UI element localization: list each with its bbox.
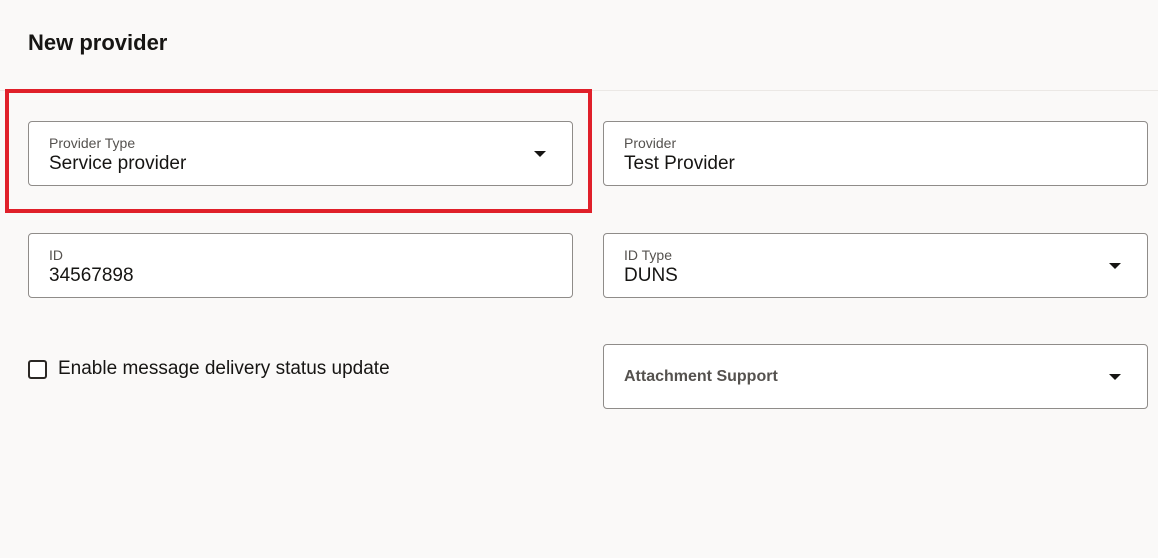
page-title: New provider bbox=[28, 30, 168, 55]
chevron-down-icon[interactable] bbox=[534, 151, 546, 157]
field-value: 34567898 bbox=[49, 265, 134, 286]
enable-status-checkbox[interactable]: Enable message delivery status update bbox=[28, 358, 390, 380]
field-label: Provider bbox=[624, 135, 677, 151]
id-type-select[interactable]: ID Type DUNS bbox=[603, 233, 1148, 298]
field-label: ID bbox=[49, 247, 63, 263]
field-value: Test Provider bbox=[624, 153, 735, 174]
field-label: Provider Type bbox=[49, 135, 136, 151]
checkbox-icon[interactable] bbox=[28, 359, 47, 379]
chevron-down-icon[interactable] bbox=[1109, 263, 1121, 269]
field-value: DUNS bbox=[624, 265, 678, 286]
field-placeholder: Attachment Support bbox=[624, 368, 778, 385]
field-value: Service provider bbox=[49, 153, 187, 174]
field-label: ID Type bbox=[624, 247, 672, 263]
attachment-support-select[interactable]: Attachment Support bbox=[603, 344, 1148, 409]
checkbox-label: Enable message delivery status update bbox=[58, 358, 390, 379]
provider-type-select[interactable]: Provider Type Service provider bbox=[28, 121, 573, 186]
id-input[interactable]: ID 34567898 bbox=[28, 233, 573, 298]
provider-input[interactable]: Provider Test Provider bbox=[603, 121, 1148, 186]
chevron-down-icon[interactable] bbox=[1109, 374, 1121, 380]
